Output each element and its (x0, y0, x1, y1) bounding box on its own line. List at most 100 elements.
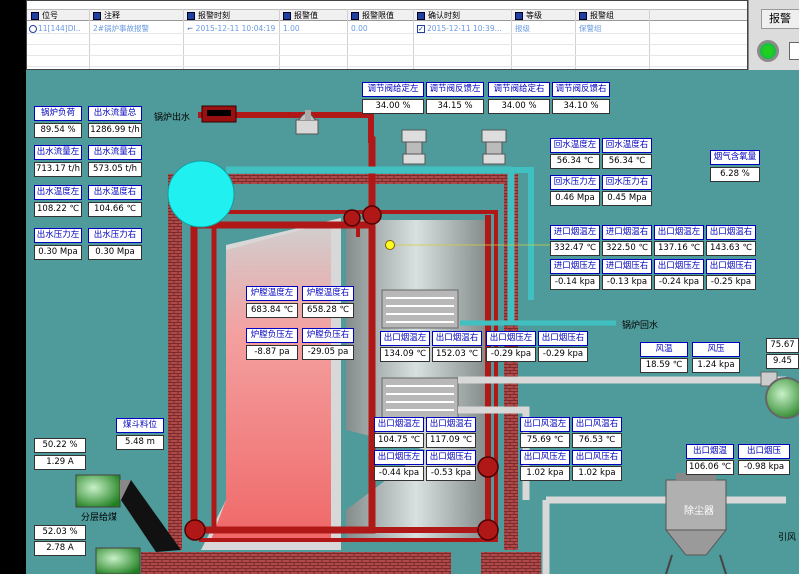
col-ack-time[interactable]: 确认时刻 (417, 10, 460, 22)
mid-flue-temp-left-value: 134.09 ℃ (380, 347, 430, 362)
col-alarm-time[interactable]: 报警时刻 (187, 10, 230, 22)
checkbox-icon (417, 11, 425, 20)
inlet-flue-press-right-value: -0.13 kpa (602, 275, 652, 290)
right-control-panel: 报警 (748, 0, 799, 70)
ack-check-icon: ✓ (417, 25, 425, 33)
flow-left-value: 713.17 t/h (34, 162, 82, 177)
press-left-value: 0.30 Mpa (34, 245, 82, 260)
lower-flue-press-right-value: -0.53 kpa (426, 466, 476, 481)
boiler-load-label: 锅炉负荷 (34, 106, 82, 121)
control-valve-right-icon[interactable] (481, 129, 507, 165)
furnace-press-right-value: -29.05 pa (302, 345, 354, 360)
coal-level-label: 煤斗料位 (116, 418, 164, 433)
lower-flue-temp-right-label: 出口烟温右 (426, 417, 476, 432)
mid-flue-press-left-value: -0.29 kpa (486, 347, 536, 362)
header-node-icon (477, 519, 499, 541)
left-black-strip (0, 0, 26, 574)
dust-collector-icon[interactable] (664, 473, 728, 574)
outlet-flue-temp-right-label: 出口烟温右 (706, 225, 756, 240)
valve-set-left-label: 调节阀给定左 (362, 82, 424, 97)
table-row[interactable]: 11[144]DI.. 2#锅炉事故报警 ⌐ 2015-12-11 10:04:… (27, 23, 747, 34)
mid-flue-temp-left-label: 出口烟温左 (380, 331, 430, 346)
checkbox-icon (351, 11, 359, 20)
lower-flue-press-right-label: 出口烟压右 (426, 450, 476, 465)
feeder-motor-2-icon[interactable] (95, 547, 141, 574)
header-node-icon (362, 205, 382, 225)
air-extra-value-2: 9.45 (766, 354, 799, 369)
press-right-value: 0.30 Mpa (88, 245, 142, 260)
alarm-table: 位号 注释 报警时刻 报警值 报警限值 确认时刻 等级 报警组 11[144]D… (26, 0, 748, 70)
scada-window: 位号 注释 报警时刻 报警值 报警限值 确认时刻 等级 报警组 11[144]D… (0, 0, 799, 574)
sensor-dot-icon (385, 240, 395, 250)
valve-fb-right-value: 34.10 % (552, 99, 610, 114)
coal-feeder-label: 分层给煤 (81, 513, 118, 523)
valve-fb-right-label: 调节阀反馈右 (552, 82, 610, 97)
feeder1-current-value: 1.29 A (34, 455, 86, 470)
inlet-flue-press-left-label: 进口烟压左 (550, 259, 600, 274)
furnace-temp-right-value: 658.28 ℃ (302, 303, 354, 318)
air-extra-value-1: 75.67 (766, 338, 799, 353)
air-press-label: 风压 (692, 342, 740, 357)
header-node-icon (477, 456, 499, 478)
mid-flue-press-left-label: 出口烟压左 (486, 331, 536, 346)
wind-out-press-left-label: 出口风压左 (520, 450, 570, 465)
outlet-flue-temp-right-value: 143.63 ℃ (706, 241, 756, 256)
feeder2-current-value: 2.78 A (34, 541, 86, 556)
control-valve-left-icon[interactable] (401, 129, 427, 165)
valve-set-right-value: 34.00 % (488, 99, 550, 114)
valve-fb-left-label: 调节阀反馈左 (426, 82, 484, 97)
mid-flue-press-right-label: 出口烟压右 (538, 331, 588, 346)
lower-flue-press-left-label: 出口烟压左 (374, 450, 424, 465)
checkbox-icon (187, 11, 195, 20)
checkbox-icon (31, 11, 39, 20)
ack-button[interactable]: 报警 (761, 9, 799, 29)
feeder2-percent-value: 52.03 % (34, 525, 86, 540)
return-press-left-label: 回水压力左 (550, 175, 600, 190)
col-alarm-value[interactable]: 报警值 (283, 10, 318, 22)
dust-collector-label: 除尘器 (684, 506, 714, 517)
final-flue-press-value: -0.98 kpa (738, 460, 790, 475)
temp-left-label: 出水温度左 (34, 185, 82, 200)
header-node-icon (343, 209, 361, 227)
return-temp-left-label: 回水温度左 (550, 138, 600, 153)
feeder-motor-1-icon[interactable] (75, 474, 130, 508)
final-flue-temp-label: 出口烟温 (686, 444, 734, 459)
return-label: 锅炉回水 (622, 321, 659, 331)
lower-flue-temp-right-value: 117.09 ℃ (426, 433, 476, 448)
mid-flue-temp-right-label: 出口烟温右 (432, 331, 482, 346)
lower-flue-press-left-value: -0.44 kpa (374, 466, 424, 481)
col-comment[interactable]: 注释 (93, 10, 120, 22)
col-tag[interactable]: 位号 (31, 10, 58, 22)
temp-right-value: 104.66 ℃ (88, 202, 142, 217)
temp-right-label: 出水温度右 (88, 185, 142, 200)
checkbox-icon (283, 11, 291, 20)
return-temp-right-label: 回水温度右 (602, 138, 652, 153)
wind-out-press-right-value: 1.02 kpa (572, 466, 622, 481)
return-press-left-value: 0.46 Mpa (550, 191, 600, 206)
status-led-icon[interactable] (757, 40, 779, 62)
economizer-bottom (381, 377, 459, 419)
col-level[interactable]: 等级 (515, 10, 542, 22)
inlet-flue-press-left-value: -0.14 kpa (550, 275, 600, 290)
col-group[interactable]: 报警组 (579, 10, 614, 22)
inlet-flue-temp-left-value: 332.47 ℃ (550, 241, 600, 256)
wind-out-press-right-label: 出口风压右 (572, 450, 622, 465)
wind-out-temp-left-label: 出口风温左 (520, 417, 570, 432)
checkbox-icon (579, 11, 587, 20)
wind-out-temp-left-value: 75.69 ℃ (520, 433, 570, 448)
furnace-press-left-label: 炉膛负压左 (246, 328, 298, 343)
furnace-press-right-label: 炉膛负压右 (302, 328, 354, 343)
return-press-right-label: 回水压力右 (602, 175, 652, 190)
fan-motor-icon[interactable] (760, 371, 799, 419)
col-alarm-limit[interactable]: 报警限值 (351, 10, 394, 22)
return-temp-right-value: 56.34 ℃ (602, 154, 652, 169)
valve-set-right-label: 调节阀给定右 (488, 82, 550, 97)
valve-set-left-value: 34.00 % (362, 99, 424, 114)
boiler-load-value: 89.54 % (34, 123, 82, 138)
furnace-press-left-value: -8.87 pa (246, 345, 298, 360)
table-row-empty (27, 56, 747, 67)
alarm-icon (29, 25, 37, 33)
inlet-flue-temp-left-label: 进口烟温左 (550, 225, 600, 240)
inlet-flue-press-right-label: 进口烟压右 (602, 259, 652, 274)
air-temp-label: 风温 (640, 342, 688, 357)
